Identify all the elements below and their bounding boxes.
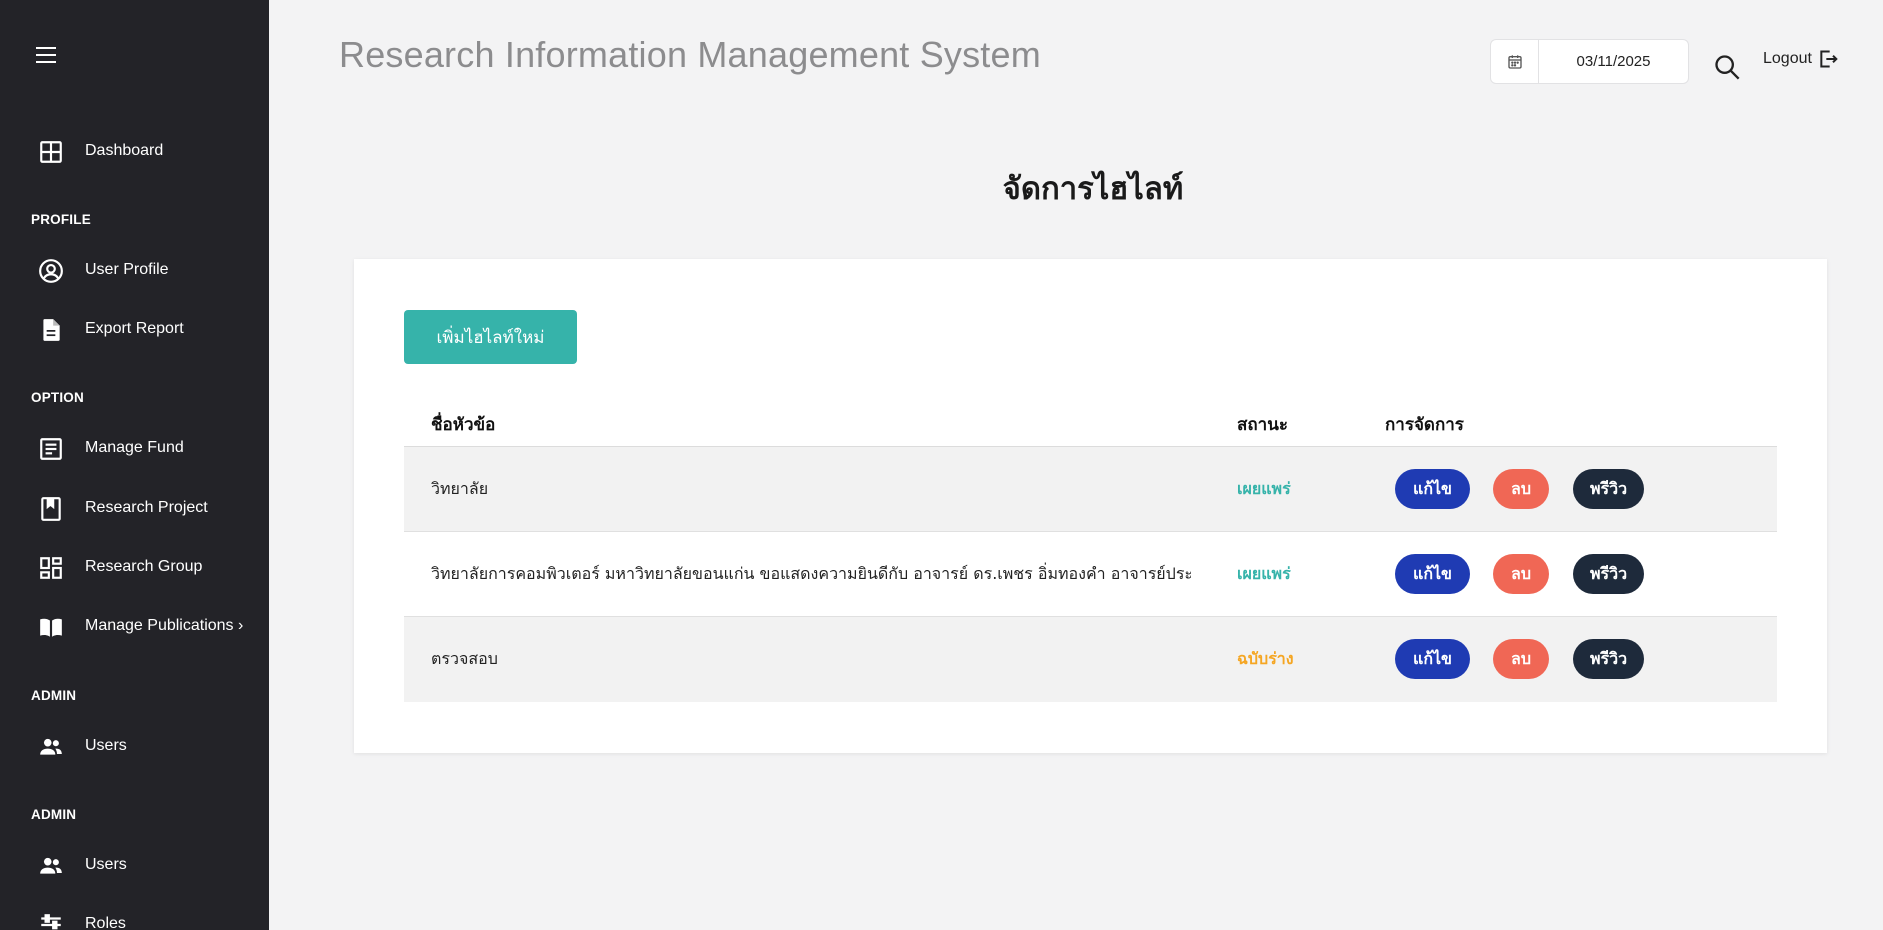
calendar-icon[interactable]: [1491, 40, 1539, 83]
status-badge: เผยแพร่: [1237, 479, 1291, 498]
sidebar-item-manage-publications[interactable]: Manage Publications ›: [0, 604, 269, 648]
sidebar-item-user-profile[interactable]: User Profile: [0, 248, 269, 292]
sidebar-item-label: Export Report: [85, 320, 184, 337]
section-label-admin-2: ADMIN: [31, 807, 77, 822]
delete-button[interactable]: ลบ: [1493, 554, 1549, 594]
table-header: ชื่อหัวข้อ สถานะ การจัดการ: [404, 399, 1777, 447]
table-row: วิทยาลัยการคอมพิวเตอร์ มหาวิทยาลัยขอนแก่…: [404, 532, 1777, 617]
row-title: วิทยาลัยการคอมพิวเตอร์ มหาวิทยาลัยขอนแก่…: [431, 564, 1191, 583]
sidebar-item-label: Manage Fund: [85, 439, 184, 456]
sidebar-item-label: Research Group: [85, 558, 203, 575]
sidebar-item-research-group[interactable]: Research Group: [0, 545, 269, 589]
app-title: Research Information Management System: [339, 34, 1041, 75]
dashboard-icon: [40, 141, 62, 163]
logout-button[interactable]: Logout: [1763, 48, 1838, 70]
list-box-icon: [40, 438, 62, 460]
section-label-option: OPTION: [31, 390, 84, 405]
section-label-admin: ADMIN: [31, 688, 77, 703]
row-title: ตรวจสอบ: [431, 649, 498, 668]
sidebar-item-manage-fund[interactable]: Manage Fund: [0, 426, 269, 470]
preview-button[interactable]: พรีวิว: [1573, 469, 1644, 509]
column-header-status: สถานะ: [1237, 415, 1288, 435]
sidebar-item-label: Roles: [85, 915, 126, 930]
table-row: ตรวจสอบ ฉบับร่าง แก้ไข ลบ พรีวิว: [404, 617, 1777, 702]
date-picker[interactable]: 03/11/2025: [1490, 39, 1689, 84]
users-icon: [40, 738, 62, 755]
column-header-title: ชื่อหัวข้อ: [431, 415, 496, 435]
logout-icon: [1820, 50, 1838, 68]
bookmark-book-icon: [41, 497, 61, 521]
sidebar-item-label: Users: [85, 737, 127, 754]
sidebar-item-label: Research Project: [85, 499, 208, 516]
sidebar-item-research-project[interactable]: Research Project: [0, 486, 269, 530]
sidebar-item-label: Manage Publications ›: [85, 617, 244, 634]
sidebar-item-users-2[interactable]: Users: [0, 843, 269, 887]
sidebar: Dashboard PROFILE User Profile Export Re…: [0, 0, 269, 930]
delete-button[interactable]: ลบ: [1493, 639, 1549, 679]
highlights-card: เพิ่มไฮไลท์ใหม่ ชื่อหัวข้อ สถานะ การจัดก…: [354, 259, 1827, 753]
user-circle-icon: [39, 259, 63, 283]
users-icon: [40, 857, 62, 874]
search-icon[interactable]: [1713, 53, 1741, 81]
status-badge: ฉบับร่าง: [1237, 649, 1294, 668]
date-value[interactable]: 03/11/2025: [1539, 40, 1688, 83]
sidebar-item-export-report[interactable]: Export Report: [0, 307, 269, 351]
edit-button[interactable]: แก้ไข: [1395, 639, 1470, 679]
preview-button[interactable]: พรีวิว: [1573, 639, 1644, 679]
edit-button[interactable]: แก้ไข: [1395, 469, 1470, 509]
preview-button[interactable]: พรีวิว: [1573, 554, 1644, 594]
sidebar-item-roles[interactable]: Roles: [0, 902, 269, 930]
row-title: วิทยาลัย: [431, 479, 489, 498]
column-header-actions: การจัดการ: [1385, 415, 1464, 435]
sidebar-item-label: Dashboard: [85, 142, 164, 159]
sliders-icon: [41, 914, 61, 930]
document-icon: [43, 319, 60, 341]
table-row: วิทยาลัย เผยแพร่ แก้ไข ลบ พรีวิว: [404, 447, 1777, 532]
sidebar-item-label: User Profile: [85, 261, 169, 278]
edit-button[interactable]: แก้ไข: [1395, 554, 1470, 594]
grid-tiles-icon: [40, 557, 62, 579]
section-label-profile: PROFILE: [31, 212, 91, 227]
delete-button[interactable]: ลบ: [1493, 469, 1549, 509]
page-title: จัดการไฮไลท์: [1002, 171, 1184, 207]
open-book-icon: [40, 618, 62, 637]
logout-label: Logout: [1763, 50, 1812, 67]
add-highlight-button[interactable]: เพิ่มไฮไลท์ใหม่: [404, 310, 577, 364]
sidebar-item-users[interactable]: Users: [0, 724, 269, 768]
status-badge: เผยแพร่: [1237, 564, 1291, 583]
menu-toggle-icon[interactable]: [36, 47, 60, 67]
sidebar-item-label: Users: [85, 856, 127, 873]
